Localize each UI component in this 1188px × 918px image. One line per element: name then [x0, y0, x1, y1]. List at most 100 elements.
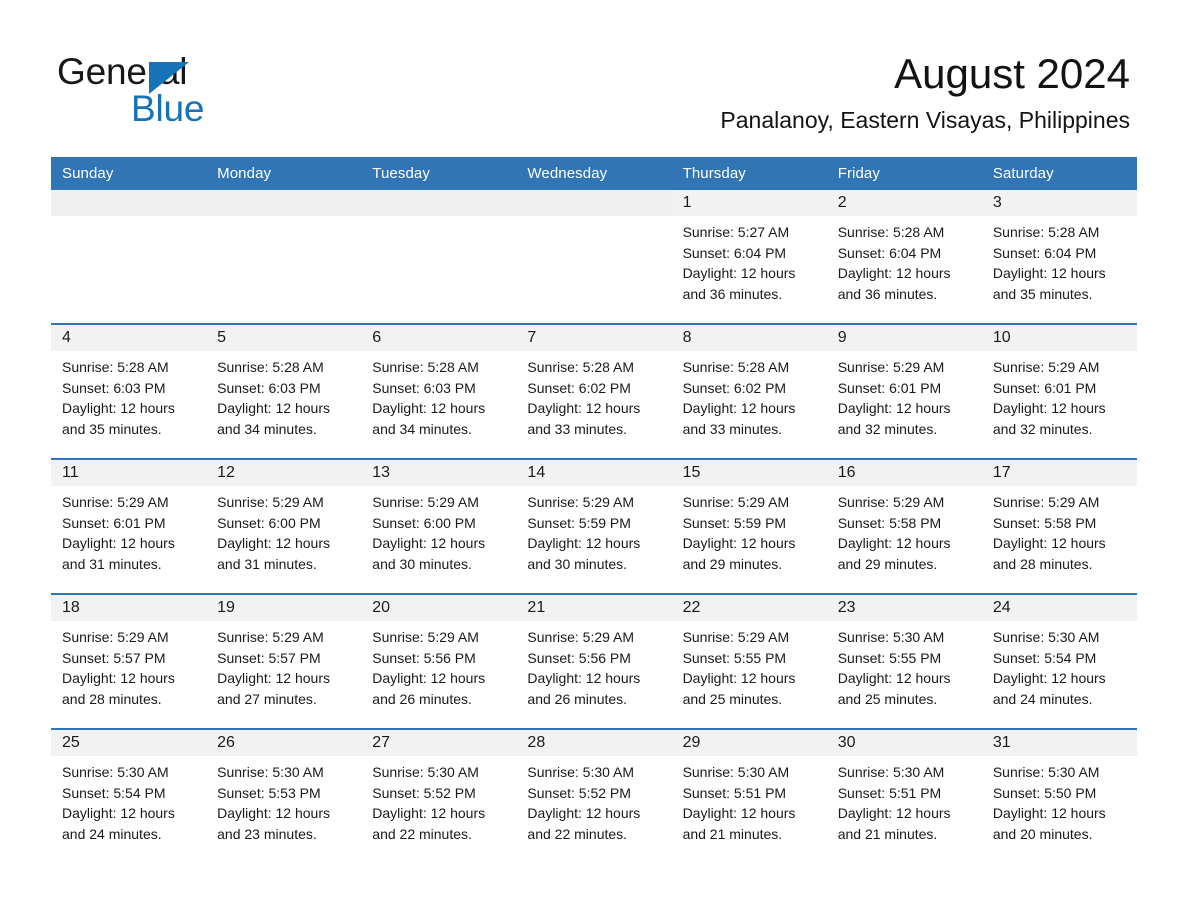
sunset-text: Sunset: 5:54 PM — [992, 649, 1097, 666]
daylight-text: Daylight: 12 hours and 29 minutes. — [682, 535, 796, 572]
day-number: 11 — [62, 464, 79, 481]
day-cell[interactable]: 17 Sunrise: 5:29 AM Sunset: 5:58 PM Dayl… — [981, 458, 1137, 594]
daylight-text: Daylight: 12 hours and 28 minutes. — [62, 670, 175, 707]
sunset-text: Sunset: 5:56 PM — [527, 649, 631, 666]
day-cell[interactable]: 1 Sunrise: 5:27 AM Sunset: 6:04 PM Dayli… — [671, 190, 827, 324]
day-cell[interactable]: 16 Sunrise: 5:29 AM Sunset: 5:58 PM Dayl… — [826, 458, 982, 594]
daylight-text: Daylight: 12 hours and 31 minutes. — [62, 535, 175, 572]
sunset-text: Sunset: 6:00 PM — [217, 514, 321, 531]
day-number: 5 — [217, 329, 227, 346]
sunrise-text: Sunrise: 5:28 AM — [527, 359, 635, 375]
day-cell[interactable]: 11 Sunrise: 5:29 AM Sunset: 6:01 PM Dayl… — [51, 458, 207, 594]
day-cell[interactable] — [51, 190, 207, 324]
sunrise-text: Sunrise: 5:29 AM — [992, 359, 1100, 375]
sunrise-text: Sunrise: 5:28 AM — [217, 359, 324, 375]
day-cell[interactable]: 23 Sunrise: 5:30 AM Sunset: 5:55 PM Dayl… — [826, 593, 982, 729]
day-cell[interactable]: 26 Sunrise: 5:30 AM Sunset: 5:53 PM Dayl… — [206, 728, 362, 864]
daylight-text: Daylight: 12 hours and 30 minutes. — [527, 535, 641, 572]
sunset-text: Sunset: 5:54 PM — [62, 784, 166, 801]
sunrise-text: Sunrise: 5:30 AM — [62, 764, 169, 780]
day-cell[interactable]: 3 Sunrise: 5:28 AM Sunset: 6:04 PM Dayli… — [981, 190, 1137, 324]
sunrise-text: Sunrise: 5:30 AM — [837, 629, 945, 645]
day-cell[interactable]: 7 Sunrise: 5:28 AM Sunset: 6:02 PM Dayli… — [516, 323, 672, 459]
day-cell[interactable]: 28 Sunrise: 5:30 AM Sunset: 5:52 PM Dayl… — [516, 728, 672, 864]
day-cell[interactable]: 6 Sunrise: 5:28 AM Sunset: 6:03 PM Dayli… — [361, 323, 517, 459]
day-cell[interactable]: 8 Sunrise: 5:28 AM Sunset: 6:02 PM Dayli… — [671, 323, 827, 459]
day-cell[interactable]: 18 Sunrise: 5:29 AM Sunset: 5:57 PM Dayl… — [51, 593, 207, 729]
day-cell[interactable]: 9 Sunrise: 5:29 AM Sunset: 6:01 PM Dayli… — [826, 323, 982, 459]
day-cell[interactable]: 13 Sunrise: 5:29 AM Sunset: 6:00 PM Dayl… — [361, 458, 517, 594]
daylight-text: Daylight: 12 hours and 33 minutes. — [682, 400, 796, 437]
day-number: 25 — [62, 734, 80, 751]
sunrise-text: Sunrise: 5:28 AM — [682, 359, 790, 375]
day-cell[interactable]: 24 Sunrise: 5:30 AM Sunset: 5:54 PM Dayl… — [981, 593, 1137, 729]
sunrise-text: Sunrise: 5:30 AM — [992, 764, 1100, 780]
day-number: 17 — [992, 464, 1011, 481]
day-number: 21 — [527, 599, 546, 616]
sunset-text: Sunset: 6:02 PM — [682, 379, 787, 396]
brand-logo[interactable]: General Blue — [57, 52, 317, 132]
day-number: 15 — [682, 464, 701, 481]
sunset-text: Sunset: 5:52 PM — [527, 784, 631, 801]
day-number: 14 — [527, 464, 546, 481]
day-number: 26 — [217, 734, 235, 751]
day-cell[interactable] — [361, 190, 517, 324]
sunrise-text: Sunrise: 5:28 AM — [837, 224, 945, 240]
sunset-text: Sunset: 5:52 PM — [372, 784, 476, 801]
daylight-text: Daylight: 12 hours and 20 minutes. — [992, 805, 1106, 842]
calendar-header-row: Sunday Monday Tuesday Wednesday Thursday… — [51, 157, 1137, 190]
day-cell[interactable]: 22 Sunrise: 5:29 AM Sunset: 5:55 PM Dayl… — [671, 593, 827, 729]
sunset-text: Sunset: 6:02 PM — [527, 379, 631, 396]
day-cell[interactable]: 31 Sunrise: 5:30 AM Sunset: 5:50 PM Dayl… — [981, 728, 1137, 864]
sunset-text: Sunset: 5:57 PM — [217, 649, 321, 666]
week-row: 11 Sunrise: 5:29 AM Sunset: 6:01 PM Dayl… — [51, 458, 1137, 594]
sunrise-text: Sunrise: 5:30 AM — [217, 764, 324, 780]
day-cell[interactable]: 14 Sunrise: 5:29 AM Sunset: 5:59 PM Dayl… — [516, 458, 672, 594]
sunset-text: Sunset: 5:59 PM — [527, 514, 631, 531]
daylight-text: Daylight: 12 hours and 27 minutes. — [217, 670, 330, 707]
daylight-text: Daylight: 12 hours and 26 minutes. — [372, 670, 486, 707]
daylight-text: Daylight: 12 hours and 34 minutes. — [372, 400, 486, 437]
sunrise-text: Sunrise: 5:30 AM — [372, 764, 479, 780]
day-number: 18 — [62, 599, 80, 616]
day-number: 23 — [837, 599, 856, 616]
sunset-text: Sunset: 5:50 PM — [992, 784, 1097, 801]
sunrise-text: Sunrise: 5:29 AM — [992, 494, 1100, 510]
day-cell[interactable]: 25 Sunrise: 5:30 AM Sunset: 5:54 PM Dayl… — [51, 728, 207, 864]
sunrise-text: Sunrise: 5:29 AM — [217, 494, 324, 510]
day-cell[interactable] — [516, 190, 672, 324]
day-cell[interactable]: 10 Sunrise: 5:29 AM Sunset: 6:01 PM Dayl… — [981, 323, 1137, 459]
daylight-text: Daylight: 12 hours and 22 minutes. — [527, 805, 641, 842]
sunset-text: Sunset: 5:53 PM — [217, 784, 321, 801]
weekday-header-thursday: Thursday — [671, 157, 827, 190]
sunrise-text: Sunrise: 5:29 AM — [372, 629, 479, 645]
day-cell[interactable]: 15 Sunrise: 5:29 AM Sunset: 5:59 PM Dayl… — [671, 458, 827, 594]
day-cell[interactable]: 5 Sunrise: 5:28 AM Sunset: 6:03 PM Dayli… — [206, 323, 362, 459]
day-cell[interactable]: 19 Sunrise: 5:29 AM Sunset: 5:57 PM Dayl… — [206, 593, 362, 729]
day-number: 6 — [372, 329, 382, 346]
day-cell[interactable]: 2 Sunrise: 5:28 AM Sunset: 6:04 PM Dayli… — [826, 190, 982, 324]
day-cell[interactable] — [206, 190, 362, 324]
sunrise-text: Sunrise: 5:29 AM — [372, 494, 479, 510]
weekday-header-friday: Friday — [826, 157, 982, 190]
day-number: 3 — [992, 194, 1002, 211]
location-subtitle: Panalanoy, Eastern Visayas, Philippines — [720, 107, 1130, 133]
title-block: August 2024 Panalanoy, Eastern Visayas, … — [720, 48, 1130, 134]
day-number: 24 — [992, 599, 1011, 616]
day-number: 31 — [992, 734, 1011, 751]
sunrise-text: Sunrise: 5:29 AM — [837, 359, 945, 375]
sunrise-text: Sunrise: 5:29 AM — [217, 629, 324, 645]
daylight-text: Daylight: 12 hours and 32 minutes. — [837, 400, 951, 437]
sunset-text: Sunset: 5:58 PM — [837, 514, 942, 531]
day-cell[interactable]: 4 Sunrise: 5:28 AM Sunset: 6:03 PM Dayli… — [51, 323, 207, 459]
day-cell[interactable]: 29 Sunrise: 5:30 AM Sunset: 5:51 PM Dayl… — [671, 728, 827, 864]
day-cell[interactable]: 30 Sunrise: 5:30 AM Sunset: 5:51 PM Dayl… — [826, 728, 982, 864]
daylight-text: Daylight: 12 hours and 30 minutes. — [372, 535, 486, 572]
sunset-text: Sunset: 6:01 PM — [62, 514, 166, 531]
day-cell[interactable]: 27 Sunrise: 5:30 AM Sunset: 5:52 PM Dayl… — [361, 728, 517, 864]
day-cell[interactable]: 20 Sunrise: 5:29 AM Sunset: 5:56 PM Dayl… — [361, 593, 517, 729]
sunset-text: Sunset: 6:03 PM — [62, 379, 166, 396]
day-cell[interactable]: 12 Sunrise: 5:29 AM Sunset: 6:00 PM Dayl… — [206, 458, 362, 594]
day-cell[interactable]: 21 Sunrise: 5:29 AM Sunset: 5:56 PM Dayl… — [516, 593, 672, 729]
daylight-text: Daylight: 12 hours and 22 minutes. — [372, 805, 486, 842]
